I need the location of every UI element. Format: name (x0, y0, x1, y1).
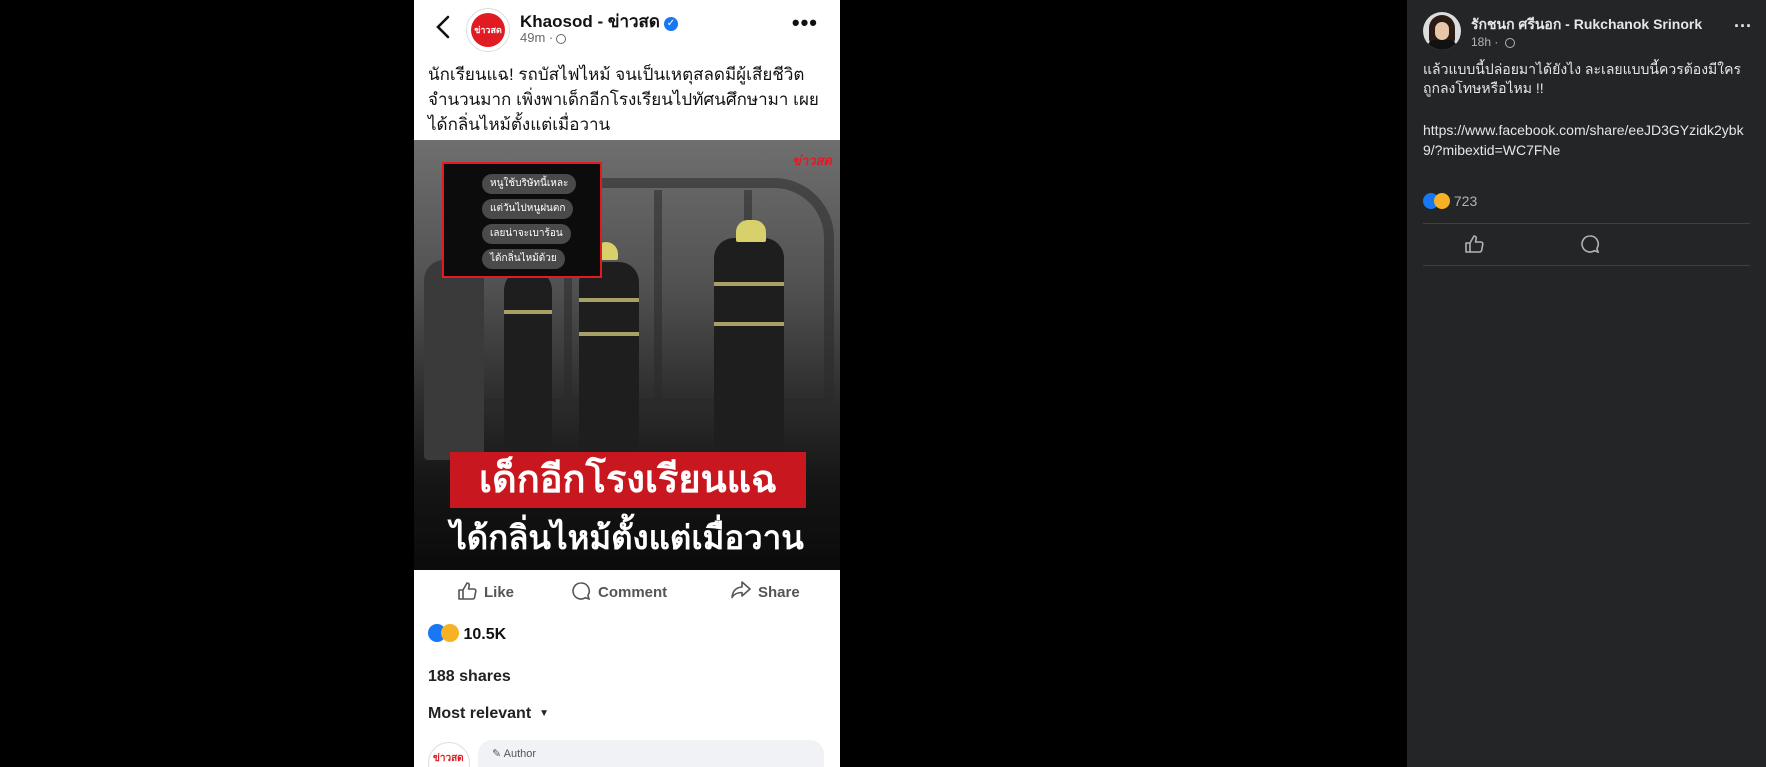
headline-banner-red: เด็กอีกโรงเรียนแฉ (450, 452, 806, 508)
comment-icon (572, 582, 591, 601)
firefighter-figure (579, 262, 639, 452)
sad-reaction-icon (441, 624, 459, 642)
author-badge: ✎ Author (492, 747, 536, 760)
share-icon (731, 581, 751, 599)
more-options-icon[interactable]: ··· (1734, 16, 1752, 37)
post-details-panel: รักชนก ศรีนอก - Rukchanok Srinork 18h · … (1407, 0, 1766, 767)
divider (1423, 265, 1750, 266)
comment-sort-dropdown[interactable]: Most relevant ▼ (428, 705, 549, 723)
post-time-text: 49m · (520, 30, 554, 45)
firefighter-figure (504, 270, 552, 450)
chat-screenshot-inset: หนูใช้บริษัทนี้เหละ แต่วันไปหนูฝนตก เลยน… (442, 162, 602, 278)
post-timestamp[interactable]: 18h · (1471, 35, 1515, 49)
share-label: Share (758, 584, 800, 601)
headline-banner-white: ได้กลิ่นไหม้ตั้งแต่เมื่อวาน (450, 519, 804, 556)
author-label: Author (503, 748, 537, 760)
post-time-text: 18h · (1471, 35, 1499, 49)
chat-line: แต่วันไปหนูฝนตก (482, 199, 574, 219)
reaction-count: 10.5K (463, 626, 507, 643)
globe-icon (556, 34, 567, 44)
firefighter-figure (714, 238, 784, 458)
like-label: Like (484, 584, 515, 601)
commenter-avatar[interactable]: ข่าวสด (428, 742, 470, 767)
verified-badge-icon: ✓ (663, 17, 678, 31)
post-text: แล้วแบบนี้ปล่อยมาได้ยังไง ละเลยแบบนี้ควร… (1423, 61, 1742, 96)
share-count[interactable]: 188 shares (428, 668, 511, 686)
shared-post-screenshot: ข่าวสด Khaosod - ข่าวสด ✓ 49m · ••• นักเร… (414, 0, 840, 767)
comment-button[interactable] (1579, 233, 1601, 260)
reflective-stripe (579, 332, 639, 336)
author-avatar[interactable] (1423, 12, 1461, 50)
page-logo-text: ข่าวสด (471, 13, 505, 47)
image-watermark: ข่าวสด (792, 153, 832, 168)
divider (1423, 223, 1750, 224)
reflective-stripe (504, 310, 552, 314)
reflective-stripe (714, 282, 784, 286)
share-button[interactable]: Share (730, 580, 800, 602)
chevron-down-icon: ▼ (539, 708, 550, 719)
like-button[interactable]: Like (456, 580, 514, 602)
page-avatar[interactable]: ข่าวสด (466, 8, 510, 52)
back-arrow-icon[interactable] (434, 14, 454, 40)
reaction-summary[interactable]: 10.5K (428, 624, 506, 644)
bus-frame (654, 190, 662, 420)
comment-icon (1581, 235, 1600, 254)
like-button[interactable] (1463, 233, 1485, 260)
reaction-count: 723 (1453, 193, 1478, 209)
page-name-text: Khaosod - ข่าวสด (520, 12, 660, 31)
reflective-stripe (714, 322, 784, 326)
avatar-body (1427, 40, 1457, 50)
responder-figure (424, 260, 484, 460)
post-action-bar: Like Comment Share (414, 576, 840, 610)
more-options-icon[interactable]: ••• (792, 10, 818, 36)
shared-link[interactable]: https://www.facebook.com/share/eeJD3GYzi… (1423, 120, 1755, 160)
commenter-logo-text: ข่าวสด (433, 753, 464, 764)
chat-line: เลยน่าจะเบาร้อน (482, 224, 571, 244)
post-timestamp: 49m · (520, 30, 567, 45)
comment-label: Comment (598, 584, 668, 601)
reflective-stripe (579, 298, 639, 302)
sad-reaction-icon (1434, 193, 1450, 209)
chat-line: ได้กลิ่นไหม้ด้วย (482, 249, 565, 269)
post-header: ข่าวสด Khaosod - ข่าวสด ✓ 49m · ••• (414, 0, 840, 52)
chat-line: หนูใช้บริษัทนี้เหละ (482, 174, 577, 194)
comment-bubble: ✎ Author (478, 740, 824, 767)
pencil-icon: ✎ (492, 748, 502, 760)
news-image[interactable]: ข่าวสด หนูใช้บริษัทนี้เหละ แต่วันไปหนูฝน… (414, 140, 840, 570)
globe-icon (1504, 38, 1515, 48)
comment-button[interactable]: Comment (570, 580, 667, 602)
comment-sort-label: Most relevant (428, 705, 532, 722)
avatar-face (1435, 22, 1449, 40)
thumbs-up-icon (458, 582, 477, 600)
helmet (736, 220, 766, 242)
author-name[interactable]: รักชนก ศรีนอก - Rukchanok Srinork (1471, 14, 1702, 36)
reaction-summary[interactable]: 723 (1423, 193, 1477, 209)
post-caption: นักเรียนแฉ! รถบัสไฟไหม้ จนเป็นเหตุสลดมีผ… (428, 65, 819, 134)
thumbs-up-icon (1465, 235, 1484, 253)
